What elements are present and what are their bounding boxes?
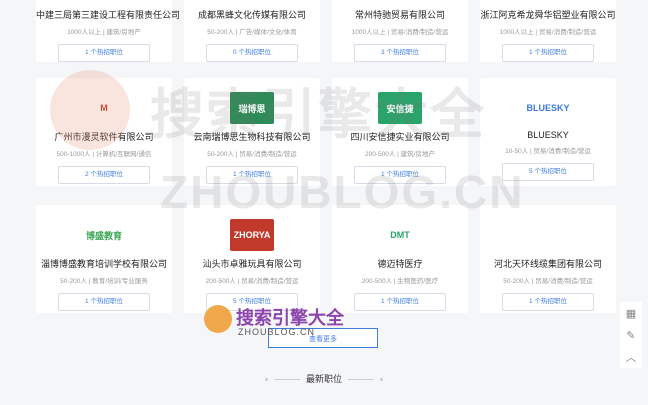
company-meta: 200-500人 | 建筑/房地产 xyxy=(365,151,435,158)
company-meta: 50-200人 | 贸易/消费/制造/营运 xyxy=(207,151,297,158)
company-card[interactable]: 中建三局第三建设工程有限责任公司 1000人以上 | 建筑/房地产 1 个热招职位 xyxy=(36,0,180,62)
hot-jobs-button[interactable]: 1 个热招职位 xyxy=(58,44,150,62)
watermark-small-en: ZHOUBLOG.CN xyxy=(238,327,316,337)
company-card[interactable]: ZHORYA 汕头市卓雅玩具有限公司 200-500人 | 贸易/消费/制造/营运 5… xyxy=(184,205,320,313)
company-name[interactable]: 淄博博盛教育培训学校有限公司 xyxy=(36,257,172,270)
hot-jobs-button[interactable]: 1 个热招职位 xyxy=(354,293,446,311)
company-name[interactable]: 德迈特医疗 xyxy=(332,257,468,270)
company-name[interactable]: 河北天环线缆集团有限公司 xyxy=(480,257,616,270)
watermark-cn: 搜索引擎大全 xyxy=(150,85,486,145)
hot-jobs-button[interactable]: 1 个热招职位 xyxy=(502,293,594,311)
company-logo[interactable]: DMT xyxy=(378,219,422,251)
hot-jobs-button[interactable]: 1 个热招职位 xyxy=(502,44,594,62)
company-meta: 500-1000人 | 计算机/互联网/通信 xyxy=(56,151,152,158)
company-meta: 50-200人 | 教育/培训/专业服务 xyxy=(60,278,148,285)
company-logo[interactable]: BLUESKY xyxy=(526,92,570,124)
company-name[interactable]: 汕头市卓雅玩具有限公司 xyxy=(184,257,320,270)
company-card[interactable]: DMT 德迈特医疗 200-500人 | 生物医药/医疗 1 个热招职位 xyxy=(332,205,468,313)
company-meta: 1000人以上 | 建筑/房地产 xyxy=(67,29,141,36)
company-name[interactable]: 浙江阿克希龙舜华铝塑业有限公司 xyxy=(480,8,616,21)
company-meta: 200-500人 | 贸易/消费/制造/营运 xyxy=(205,278,299,285)
company-meta: 1000人以上 | 贸易/消费/制造/营运 xyxy=(351,29,449,36)
hot-jobs-button[interactable]: 3 个热招职位 xyxy=(354,44,446,62)
company-meta: 50-200人 | 贸易/消费/制造/营运 xyxy=(503,278,593,285)
edit-icon[interactable]: ✎ xyxy=(620,324,642,346)
chevron-up-icon[interactable]: ︿ xyxy=(620,346,642,368)
company-meta: 1000人以上 | 贸易/消费/制造/营运 xyxy=(499,29,597,36)
company-meta: 10-50人 | 贸易/消费/制造/营运 xyxy=(505,148,591,155)
hot-jobs-button[interactable]: 2 个热招职位 xyxy=(58,166,150,184)
watermark-small-logo xyxy=(204,305,232,333)
qrcode-icon[interactable]: ▦ xyxy=(620,302,642,324)
company-name[interactable]: BLUESKY xyxy=(480,130,616,140)
company-name[interactable]: 常州特驰贸易有限公司 xyxy=(332,8,468,21)
company-name[interactable]: 中建三局第三建设工程有限责任公司 xyxy=(36,8,180,21)
company-card[interactable]: 常州特驰贸易有限公司 1000人以上 | 贸易/消费/制造/营运 3 个热招职位 xyxy=(332,0,468,62)
company-card[interactable]: 成都黑蜂文化传媒有限公司 50-200人 | 广告/媒体/文化/体育 0 个热招职位 xyxy=(184,0,320,62)
company-name[interactable]: 成都黑蜂文化传媒有限公司 xyxy=(184,8,320,21)
hot-jobs-button[interactable]: 1 个热招职位 xyxy=(58,293,150,311)
watermark-logo xyxy=(50,70,130,150)
hot-jobs-button[interactable]: 0 个热招职位 xyxy=(206,44,298,62)
company-logo[interactable]: 博盛教育 xyxy=(82,219,126,251)
company-logo[interactable]: ZHORYA xyxy=(230,219,274,251)
company-meta: 200-500人 | 生物医药/医疗 xyxy=(361,278,439,285)
company-logo[interactable] xyxy=(526,219,570,251)
side-toolbar: ▦ ✎ ︿ xyxy=(620,302,642,368)
latest-jobs-heading: 最新职位 xyxy=(0,372,648,385)
company-card[interactable]: 博盛教育淄博博盛教育培训学校有限公司 50-200人 | 教育/培训/专业服务 1 … xyxy=(36,205,172,313)
company-card[interactable]: 河北天环线缆集团有限公司 50-200人 | 贸易/消费/制造/营运 1 个热招职位 xyxy=(480,205,616,313)
company-meta: 50-200人 | 广告/媒体/文化/体育 xyxy=(207,29,297,36)
company-card[interactable]: 浙江阿克希龙舜华铝塑业有限公司 1000人以上 | 贸易/消费/制造/营运 1 个热… xyxy=(480,0,616,62)
latest-title: 最新职位 xyxy=(305,374,342,384)
watermark-en: ZHOUBLOG.CN xyxy=(160,166,525,218)
